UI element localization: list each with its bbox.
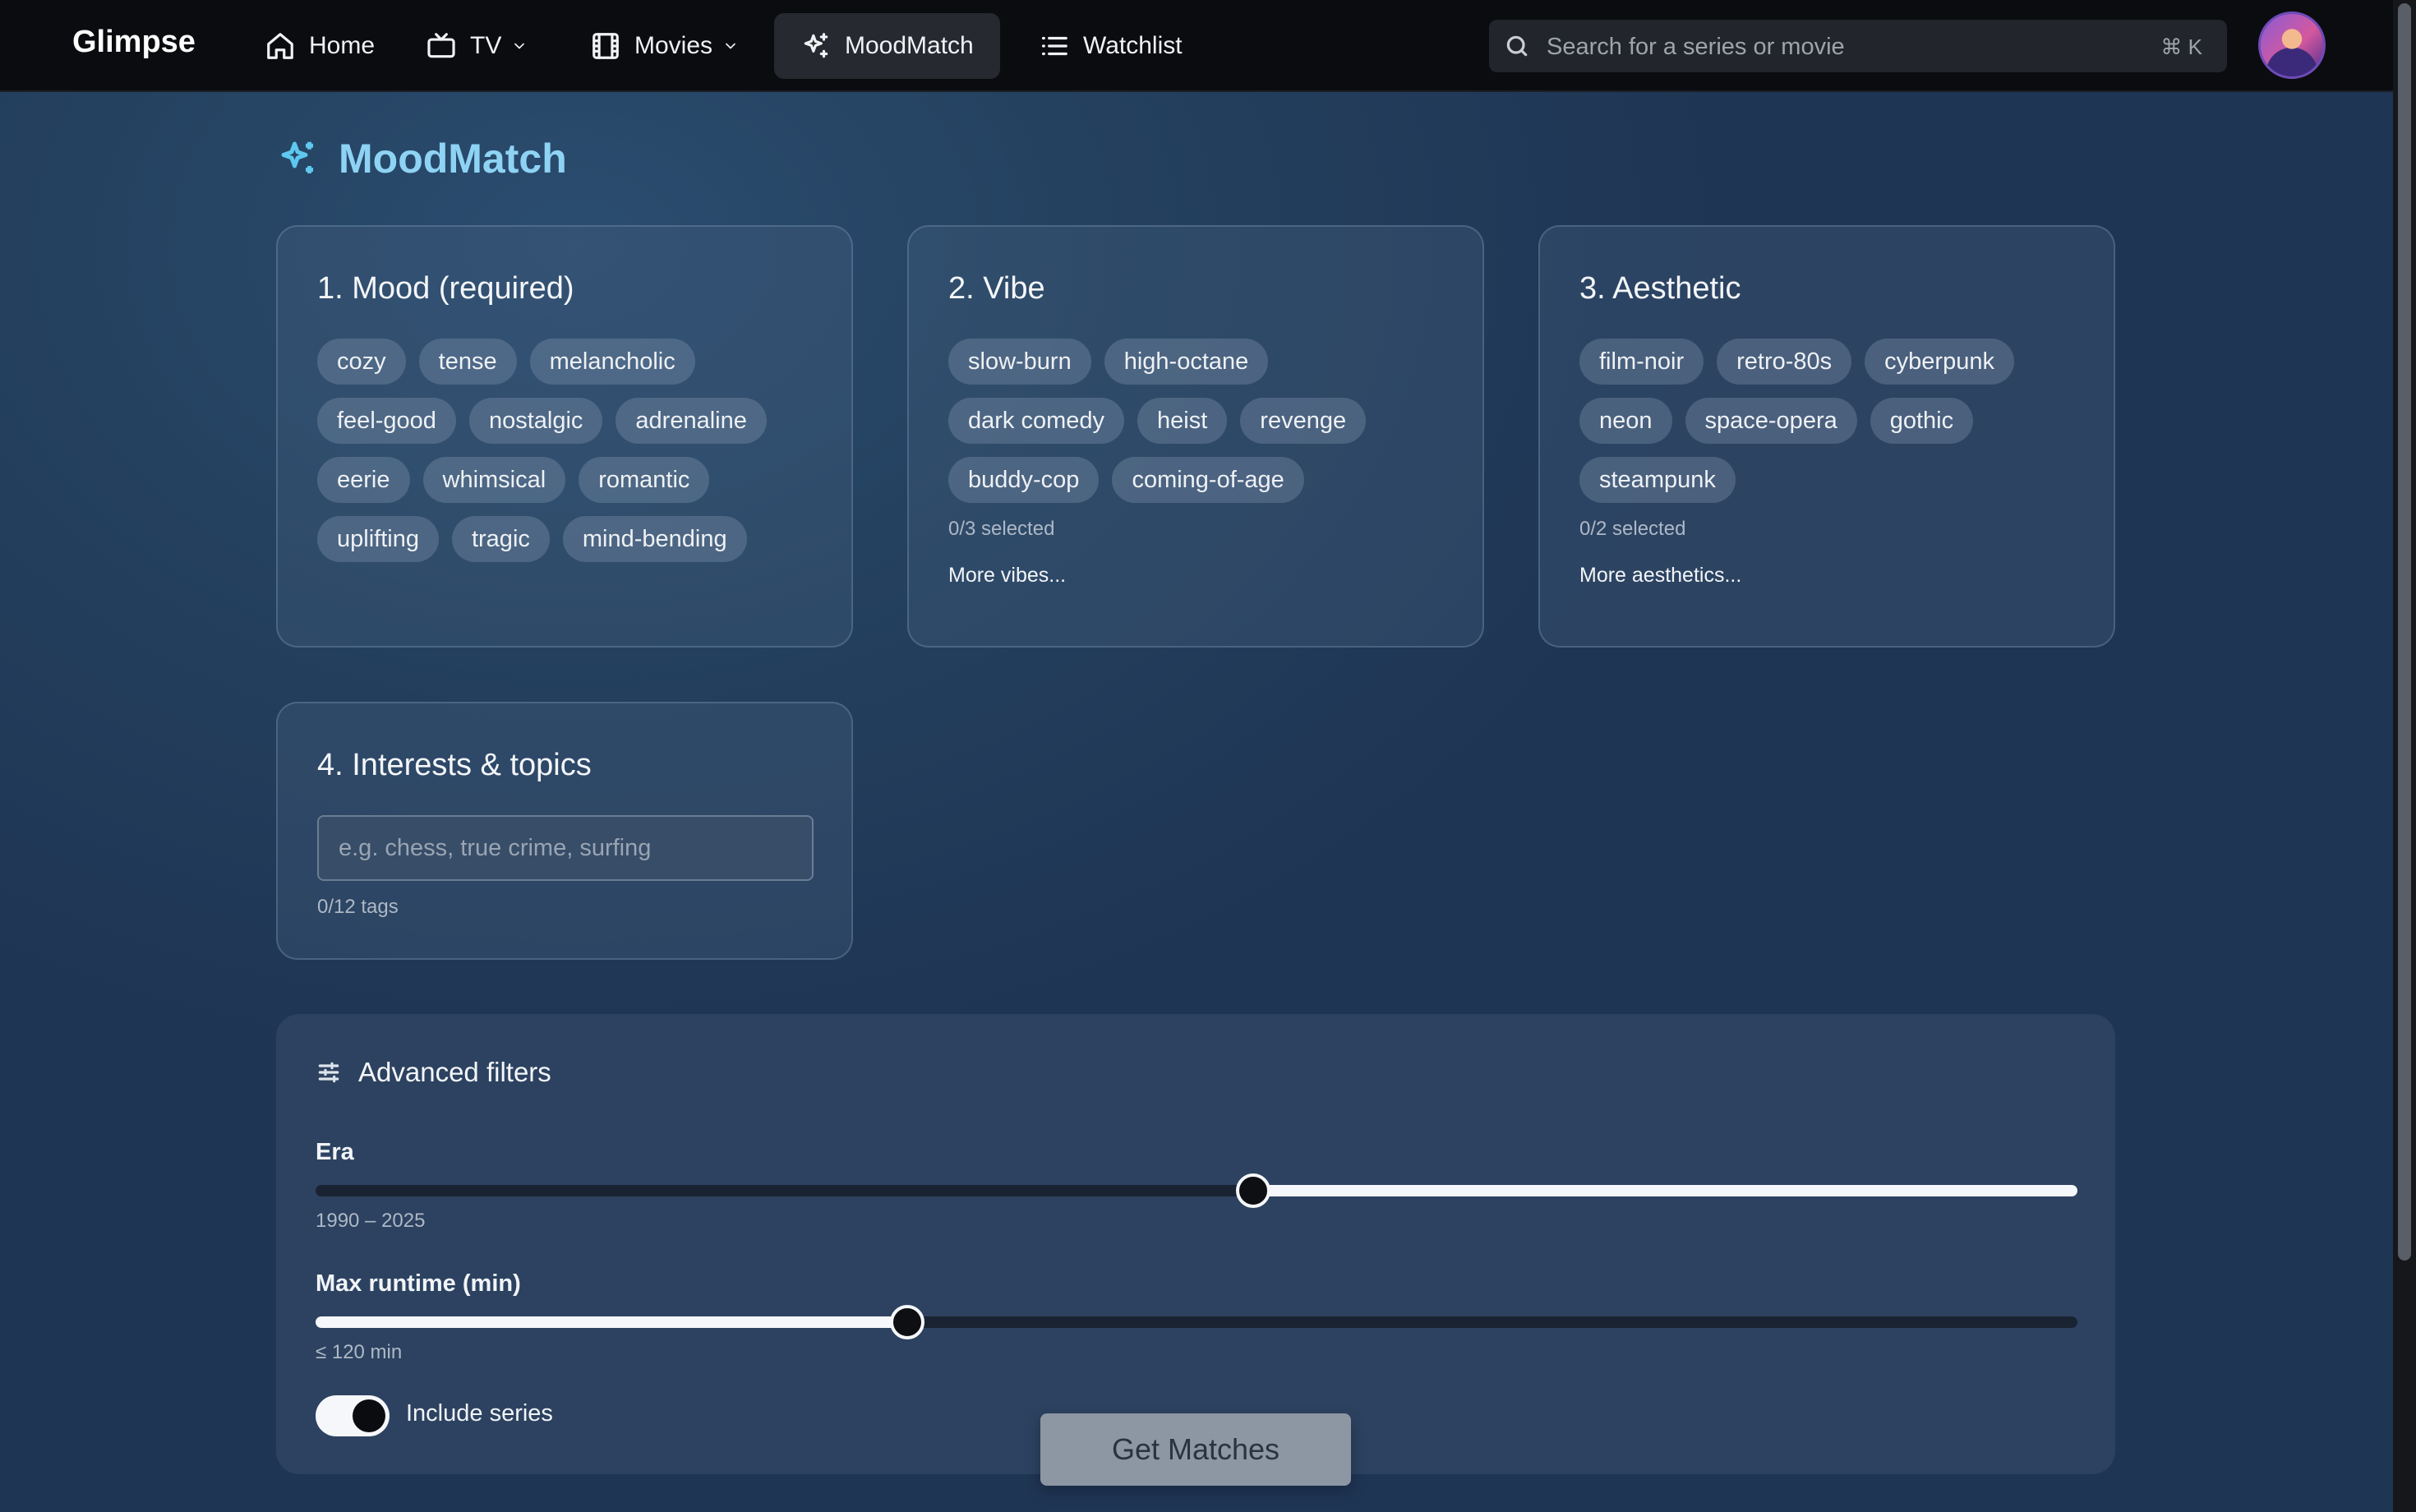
vibe-chip[interactable]: dark comedy [948,398,1125,444]
interests-card-title: 4. Interests & topics [317,748,592,782]
chevron-down-icon [514,43,525,49]
nav-home[interactable]: Home [238,13,401,79]
mood-chip[interactable]: cozy [317,339,406,385]
aesthetic-chip[interactable]: gothic [1870,398,1974,444]
toggle-knob [353,1399,385,1432]
nav-watchlist-label: Watchlist [1083,32,1183,59]
era-slider-handle[interactable] [1235,1173,1270,1208]
vibe-chip[interactable]: slow-burn [948,339,1091,385]
aesthetic-chip[interactable]: steampunk [1579,457,1736,503]
mood-chip-list: cozy tense melancholic feel-good nostalg… [317,339,827,562]
nav-movies[interactable]: Movies [564,13,765,79]
interests-counter: 0/12 tags [317,896,399,918]
vibe-chip-list: slow-burn high-octane dark comedy heist … [948,339,1450,503]
vibe-chip[interactable]: revenge [1240,398,1367,444]
mood-chip[interactable]: nostalgic [468,398,603,444]
aesthetic-chip[interactable]: retro-80s [1717,339,1852,385]
advanced-filters-header[interactable]: Advanced filters [316,1057,551,1088]
search-icon [1506,35,1528,57]
aesthetic-counter: 0/2 selected [1579,518,1686,540]
sliders-icon [318,1062,339,1083]
vibe-counter: 0/3 selected [948,518,1055,540]
aesthetic-chip[interactable]: film-noir [1579,339,1704,385]
vibe-chip[interactable]: heist [1137,398,1228,444]
runtime-slider[interactable] [316,1305,2077,1339]
vibe-chip[interactable]: coming-of-age [1112,457,1304,503]
runtime-slider-fill [316,1316,908,1328]
include-series-label: Include series [406,1400,553,1427]
aesthetic-card-title: 3. Aesthetic [1579,271,1741,306]
vibe-card-title: 2. Vibe [948,271,1045,306]
advanced-filters-panel: Advanced filters Era 1990 – 2025 Max run… [276,1014,2115,1474]
era-value: 1990 – 2025 [316,1210,426,1232]
tv-icon [427,33,455,58]
era-label: Era [316,1139,354,1165]
more-aesthetics-link[interactable]: More aesthetics... [1579,564,1741,588]
advanced-filters-title: Advanced filters [358,1057,551,1087]
nav-tv[interactable]: TV [399,13,554,79]
sparkles-icon [804,33,828,58]
mood-chip[interactable]: feel-good [317,398,456,444]
mood-chip[interactable]: whimsical [422,457,566,503]
runtime-slider-handle[interactable] [890,1305,925,1339]
avatar[interactable] [2258,12,2326,79]
home-icon [267,33,293,59]
mood-card-title: 1. Mood (required) [317,271,574,306]
aesthetic-chip[interactable]: neon [1579,398,1672,444]
runtime-value: ≤ 120 min [316,1341,403,1363]
nav-tv-label: TV [470,32,502,59]
vibe-chip[interactable]: high-octane [1104,339,1269,385]
mood-chip[interactable]: melancholic [529,339,695,385]
nav-movies-label: Movies [634,32,713,59]
mood-card: 1. Mood (required) cozy tense melancholi… [276,225,853,648]
top-nav: Glimpse Home TV Movies MoodMatch Watchli… [0,0,2416,92]
vibe-chip[interactable]: buddy-cop [948,457,1100,503]
more-vibes-link[interactable]: More vibes... [948,564,1066,588]
aesthetic-chip-list: film-noir retro-80s cyberpunk neon space… [1579,339,2081,503]
mood-chip[interactable]: tragic [451,516,550,562]
brand-logo[interactable]: Glimpse [72,25,196,60]
aesthetic-chip[interactable]: space-opera [1685,398,1857,444]
interests-card: 4. Interests & topics e.g. chess, true c… [276,702,853,960]
vibe-card: 2. Vibe slow-burn high-octane dark comed… [907,225,1484,648]
mood-chip[interactable]: adrenaline [616,398,767,444]
mood-chip[interactable]: mind-bending [562,516,747,562]
mood-chip[interactable]: romantic [579,457,710,503]
get-matches-button[interactable]: Get Matches [1040,1413,1351,1486]
interests-input[interactable]: e.g. chess, true crime, surfing [317,815,814,881]
mood-chip[interactable]: eerie [317,457,410,503]
mood-chip[interactable]: uplifting [317,516,439,562]
search-input[interactable]: Search for a series or movie ⌘ K [1489,20,2227,72]
film-icon [592,33,619,59]
page-header: MoodMatch [276,135,567,182]
era-slider-fill [1252,1185,2077,1196]
sparkles-icon [281,141,313,173]
runtime-label: Max runtime (min) [316,1270,521,1297]
nav-moodmatch[interactable]: MoodMatch [774,13,1000,79]
chevron-down-icon [726,43,735,49]
search-placeholder: Search for a series or movie [1547,34,1845,60]
nav-moodmatch-label: MoodMatch [845,32,974,59]
aesthetic-card: 3. Aesthetic film-noir retro-80s cyberpu… [1538,225,2115,648]
page-title: MoodMatch [339,136,567,182]
mood-chip[interactable]: tense [418,339,517,385]
nav-home-label: Home [309,32,376,59]
nav-watchlist[interactable]: Watchlist [1012,13,1209,79]
aesthetic-chip[interactable]: cyberpunk [1865,339,2014,385]
search-shortcut: ⌘ K [2160,35,2202,59]
era-slider[interactable] [316,1173,2077,1208]
scrollbar-thumb[interactable] [2398,3,2411,1261]
include-series-toggle[interactable] [316,1395,390,1436]
list-icon [1041,36,1067,56]
